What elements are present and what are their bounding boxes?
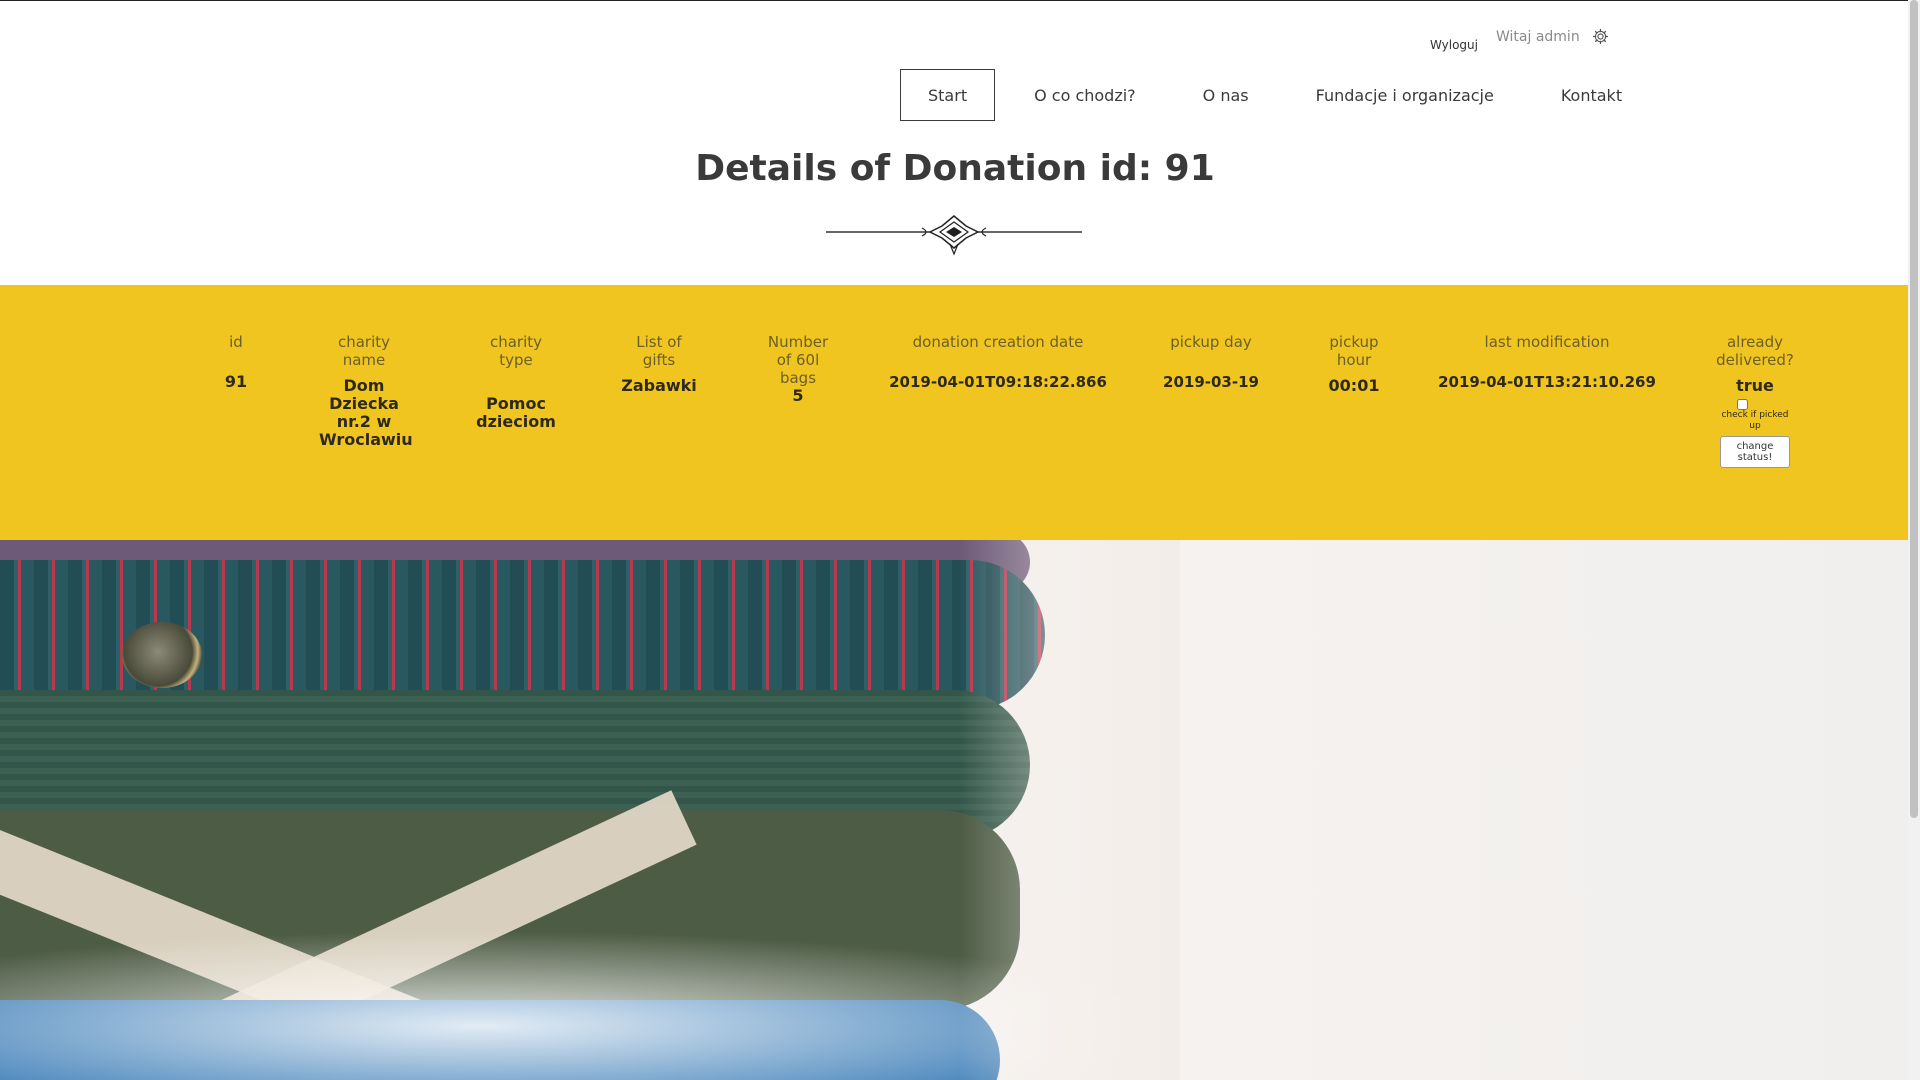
sweater-button-image	[122, 622, 202, 688]
column-header: id	[229, 333, 243, 351]
column-pickup-hour: pickup hour 00:01	[1314, 333, 1394, 395]
column-charity-type: charity type Pomoc dzieciom	[471, 333, 561, 431]
column-bags: Number of 60l bags 5	[758, 333, 838, 405]
main-nav: Start O co chodzi? O nas Fundacje i orga…	[900, 69, 1661, 121]
last-modification-value: 2019-04-01T13:21:10.269	[1438, 373, 1656, 391]
column-header: List of gifts	[636, 333, 682, 369]
column-id: id 91	[196, 333, 276, 391]
image-fade	[960, 540, 1180, 1080]
nav-item-kontakt[interactable]: Kontakt	[1533, 69, 1650, 121]
creation-date-value: 2019-04-01T09:18:22.866	[889, 373, 1107, 391]
charity-name-value: Dom Dziecka nr.2 w Wroclawiu	[319, 376, 413, 449]
nav-item-o-nas[interactable]: O nas	[1175, 69, 1277, 121]
column-header: pickup day	[1170, 333, 1252, 351]
column-creation-date: donation creation date 2019-04-01T09:18:…	[888, 333, 1108, 391]
delivered-value: true	[1736, 376, 1774, 395]
column-header: charity type	[489, 333, 543, 369]
change-status-button[interactable]: change status!	[1720, 436, 1790, 468]
user-bar: Wyloguj Witaj admin	[1430, 28, 1609, 52]
donation-id-value: 91	[224, 372, 248, 391]
nav-item-o-co-chodzi[interactable]: O co chodzi?	[1006, 69, 1164, 121]
column-header: last modification	[1484, 333, 1610, 351]
column-header: charity name	[337, 333, 391, 369]
column-last-modification: last modification 2019-04-01T13:21:10.26…	[1437, 333, 1657, 391]
picked-up-checkbox-label: check if picked up	[1721, 410, 1789, 431]
pickup-day-value: 2019-03-19	[1163, 373, 1259, 391]
nav-item-fundacje[interactable]: Fundacje i organizacje	[1288, 69, 1522, 121]
gifts-value: Zabawki	[621, 376, 697, 395]
column-pickup-day: pickup day 2019-03-19	[1151, 333, 1271, 391]
column-delivered: already delivered? true check if picked …	[1700, 333, 1810, 468]
bags-value: 5	[792, 386, 804, 405]
pickup-hour-value: 00:01	[1328, 376, 1380, 395]
hero-image-sweaters	[0, 540, 1908, 1080]
logout-link[interactable]: Wyloguj	[1430, 38, 1478, 52]
column-charity-name: charity name Dom Dziecka nr.2 w Wroclawi…	[319, 333, 413, 449]
column-header: Number of 60l bags	[767, 333, 829, 387]
nav-item-start[interactable]: Start	[900, 69, 996, 121]
picked-up-check-row: check if picked up	[1715, 399, 1795, 432]
page-scrollbar[interactable]	[1908, 0, 1920, 1080]
scrollbar-thumb[interactable]	[1910, 0, 1918, 818]
donation-details-band: id 91 charity name Dom Dziecka nr.2 w Wr…	[0, 285, 1908, 540]
decorative-divider	[826, 210, 1082, 258]
column-header: donation creation date	[912, 333, 1084, 351]
charity-type-value: Pomoc dzieciom	[476, 394, 556, 431]
column-header: already delivered?	[1716, 333, 1794, 369]
gear-icon[interactable]	[1592, 28, 1609, 45]
page-title: Details of Donation id: 91	[695, 148, 1215, 189]
column-header: pickup hour	[1329, 333, 1379, 369]
column-gifts: List of gifts Zabawki	[614, 333, 704, 395]
picked-up-checkbox[interactable]	[1736, 399, 1748, 410]
window-top-border	[0, 0, 1920, 1]
delivered-controls: true check if picked up change status!	[1700, 377, 1810, 468]
welcome-text: Witaj admin	[1496, 28, 1580, 45]
